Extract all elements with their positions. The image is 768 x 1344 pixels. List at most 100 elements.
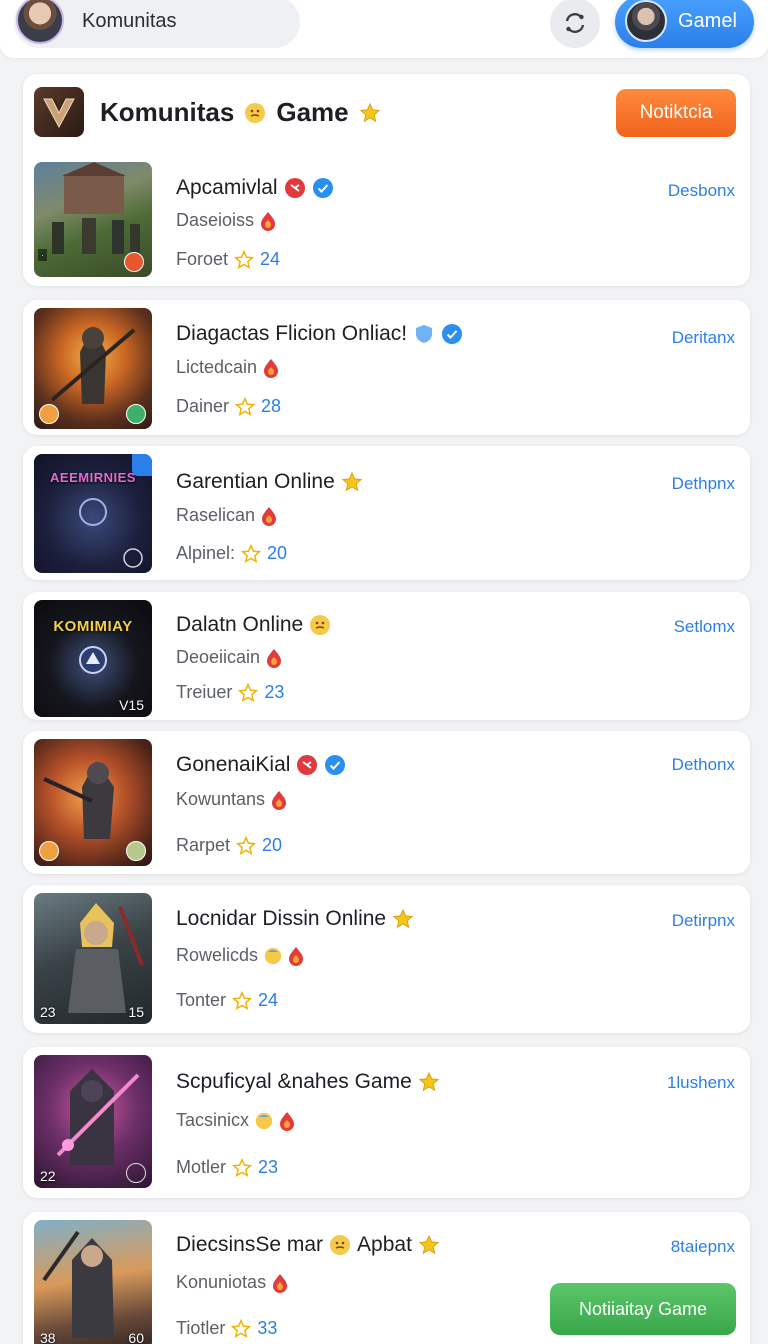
game-meta-label: Treiuer — [176, 682, 233, 702]
game-card[interactable]: GonenaiKial Kowuntans Rarpet 20 Dethonx — [23, 731, 750, 874]
game-title-row: Garentian Online — [176, 470, 363, 494]
game-card[interactable]: AEEMIRNIES Garentian Online Raselican Al… — [23, 446, 750, 580]
sync-button[interactable] — [550, 0, 600, 48]
game-rating: 20 — [267, 543, 288, 563]
thumb-version-label: V15 — [119, 697, 144, 713]
star-outline-icon — [232, 1157, 253, 1177]
game-subtitle-row: Tacsinicx — [176, 1110, 295, 1131]
game-thumbnail: KOMIMIAY V15 — [34, 600, 152, 717]
star-outline-icon — [235, 396, 256, 416]
game-title[interactable]: Locnidar Dissin Online — [176, 907, 386, 931]
game-card[interactable]: Diagactas Flicion Onliac! Lictedcain Dai… — [23, 300, 750, 435]
game-button-label: Gamel — [678, 10, 737, 32]
game-link[interactable]: 8taiepnx — [671, 1237, 735, 1257]
game-subtitle-row: Rowelicds — [176, 945, 304, 966]
game-rating: 33 — [257, 1318, 278, 1338]
game-card[interactable]: 38 60 DiecsinsSe mar Apbat Konuniotas Ti… — [23, 1212, 750, 1344]
heart-icon — [297, 755, 318, 775]
game-title[interactable]: Scpuficyal &nahes Game — [176, 1070, 412, 1094]
game-title-row: DiecsinsSe mar Apbat — [176, 1233, 440, 1257]
thumb-badge — [124, 252, 144, 272]
game-rating: 28 — [261, 396, 282, 416]
game-link[interactable]: Deritanx — [672, 328, 735, 348]
game-meta-label: Rarpet — [176, 835, 231, 855]
game-meta-row: Motler 23 — [176, 1157, 278, 1178]
notify-game-button[interactable]: Notiiaitay Game — [550, 1283, 736, 1335]
thumb-right-badge — [126, 1163, 146, 1183]
community-search-pill[interactable]: Komunitas — [14, 0, 300, 48]
game-thumbnail: 23 15 — [34, 893, 152, 1024]
game-link[interactable]: Dethonx — [672, 755, 735, 775]
game-meta-row: Foroet 24 — [176, 249, 280, 270]
game-title[interactable]: Diagactas Flicion Onliac! — [176, 322, 407, 346]
game-subtitle: Tacsinicx — [176, 1110, 250, 1130]
thumb-left-badge — [39, 841, 59, 861]
star-outline-icon — [238, 682, 259, 702]
thumb-left-number: 23 — [40, 1004, 56, 1020]
game-title[interactable]: GonenaiKial — [176, 753, 290, 777]
game-subtitle: Daseioiss — [176, 210, 255, 230]
game-subtitle: Kowuntans — [176, 789, 266, 809]
game-title[interactable]: Garentian Online — [176, 470, 335, 494]
game-thumbnail: · — [34, 162, 152, 277]
thumb-left-number: 22 — [40, 1168, 56, 1184]
game-subtitle: Lictedcain — [176, 357, 258, 377]
game-rating: 20 — [262, 835, 283, 855]
game-title-row: Diagactas Flicion Onliac! — [176, 322, 463, 346]
game-card[interactable]: 23 15 Locnidar Dissin Online Rowelicds T… — [23, 885, 750, 1033]
game-link[interactable]: Setlomx — [674, 617, 735, 637]
game-title[interactable]: DiecsinsSe mar — [176, 1233, 323, 1257]
thumb-logo-text: KOMIMIAY — [53, 618, 133, 635]
game-link[interactable]: Detirpnx — [672, 911, 735, 931]
sync-icon — [565, 13, 585, 33]
game-title[interactable]: Dalatn Online — [176, 613, 303, 637]
emoji-icon — [330, 1235, 351, 1255]
star-outline-icon — [231, 1318, 252, 1338]
game-meta-row: Rarpet 20 — [176, 835, 282, 856]
game-meta-label: Tonter — [176, 990, 227, 1010]
game-thumbnail: 22 — [34, 1055, 152, 1188]
game-link[interactable]: Dethpnx — [672, 474, 735, 494]
sweat-emoji-icon — [255, 1112, 273, 1129]
game-card[interactable]: 22 Scpuficyal &nahes Game Tacsinicx Motl… — [23, 1047, 750, 1198]
heart-icon — [284, 178, 305, 198]
game-link[interactable]: 1lushenx — [667, 1073, 735, 1093]
fire-icon — [264, 358, 279, 378]
game-link[interactable]: Desbonx — [668, 181, 735, 201]
crest-icon — [43, 98, 75, 129]
fire-icon — [272, 790, 287, 810]
notification-button[interactable]: Notiktcia — [616, 89, 736, 137]
app-logo — [34, 87, 84, 137]
top-bar: Komunitas Gamel — [0, 0, 768, 58]
game-card[interactable]: · Apcamivlal Daseioiss Foroet 24 Desbonx — [23, 150, 750, 286]
game-profile-button[interactable]: Gamel — [615, 0, 754, 48]
game-subtitle: Rowelicds — [176, 945, 259, 965]
game-subtitle-row: Konuniotas — [176, 1272, 288, 1293]
game-subtitle-row: Raselican — [176, 505, 277, 526]
game-meta-label: Motler — [176, 1157, 227, 1177]
thumb-right-badge — [126, 841, 146, 861]
game-thumbnail — [34, 739, 152, 866]
warrior-art — [42, 1230, 114, 1338]
game-title-row: GonenaiKial — [176, 753, 346, 777]
game-title[interactable]: Apcamivlal — [176, 176, 278, 200]
star-icon — [418, 1071, 440, 1092]
game-subtitle-row: Deoeiicain — [176, 647, 282, 668]
thumb-left-number: 38 — [40, 1330, 56, 1344]
fire-icon — [261, 211, 276, 231]
thumb-right-badge — [126, 404, 146, 424]
star-outline-icon — [236, 835, 257, 855]
game-card[interactable]: KOMIMIAY V15 Dalatn Online Deoeiicain Tr… — [23, 592, 750, 720]
user-avatar[interactable] — [16, 0, 64, 44]
game-thumbnail: 38 60 — [34, 1220, 152, 1344]
smile-emoji-icon — [245, 102, 266, 123]
game-title-row: Apcamivlal — [176, 176, 334, 200]
game-meta-row: Tonter 24 — [176, 990, 278, 1011]
thumb-corner-badge — [132, 454, 152, 476]
game-meta-label: Foroet — [176, 249, 229, 269]
verified-icon — [312, 178, 333, 198]
fire-icon — [273, 1273, 288, 1293]
game-rating: 23 — [264, 682, 285, 702]
star-outline-icon — [232, 990, 253, 1010]
game-rating: 24 — [258, 990, 279, 1010]
